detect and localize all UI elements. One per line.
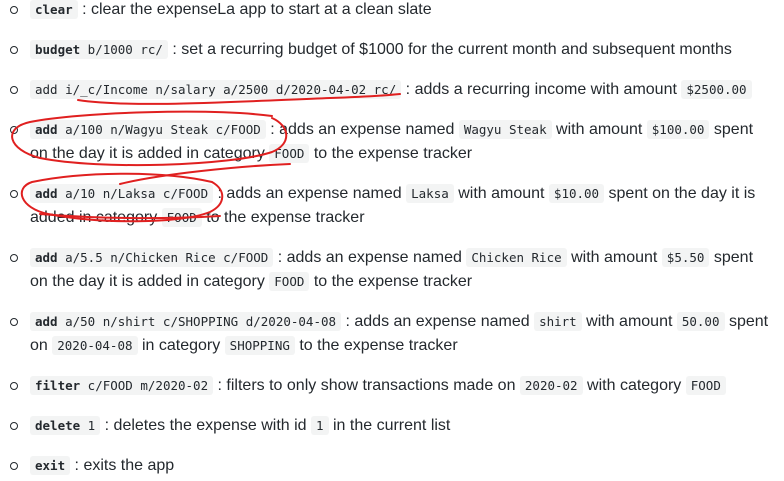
command-code: add a/10 n/Laksa c/FOOD bbox=[30, 184, 214, 203]
bullet-icon bbox=[10, 462, 18, 470]
month-code: 2020-02 bbox=[519, 376, 583, 395]
category-code: FOOD bbox=[269, 272, 310, 291]
command-code: add i/_c/Income n/salary a/2500 d/2020-0… bbox=[30, 80, 402, 99]
amount-code: $5.50 bbox=[661, 248, 710, 267]
annotation-connector bbox=[119, 163, 291, 185]
category-code: FOOD bbox=[685, 376, 726, 395]
list-item-add-wagyu: add a/100 n/Wagyu Steak c/FOOD : adds an… bbox=[10, 118, 770, 166]
list-item-filter: filter c/FOOD m/2020-02 : filters to onl… bbox=[10, 374, 770, 398]
bullet-icon bbox=[10, 86, 18, 94]
bullet-icon bbox=[10, 382, 18, 390]
bullet-icon bbox=[10, 126, 18, 134]
list-item-add-shirt: add a/50 n/shirt c/SHOPPING d/2020-04-08… bbox=[10, 310, 770, 358]
category-code: FOOD bbox=[161, 208, 202, 227]
list-item-add-income: add i/_c/Income n/salary a/2500 d/2020-0… bbox=[10, 78, 770, 102]
command-code: add a/100 n/Wagyu Steak c/FOOD bbox=[30, 120, 266, 139]
command-code: delete 1 bbox=[30, 416, 101, 435]
category-code: FOOD bbox=[269, 144, 310, 163]
command-code: add a/50 n/shirt c/SHOPPING d/2020-04-08 bbox=[30, 312, 342, 331]
list-item-budget: budget b/1000 rc/ : set a recurring budg… bbox=[10, 38, 770, 62]
amount-code: 50.00 bbox=[676, 312, 725, 331]
list-item-add-chicken-rice: add a/5.5 n/Chicken Rice c/FOOD : adds a… bbox=[10, 246, 770, 294]
name-code: Wagyu Steak bbox=[458, 120, 552, 139]
command-code: budget b/1000 rc/ bbox=[30, 40, 168, 59]
amount-code: $2500.00 bbox=[681, 80, 752, 99]
bullet-icon bbox=[10, 46, 18, 54]
list-item-delete: delete 1 : deletes the expense with id 1… bbox=[10, 414, 770, 438]
command-code: exit bbox=[30, 456, 71, 475]
bullet-icon bbox=[10, 422, 18, 430]
date-code: 2020-04-08 bbox=[52, 336, 138, 355]
command-code: clear bbox=[30, 0, 78, 19]
list-item-clear: clear : clear the expenseLa app to start… bbox=[10, 0, 770, 22]
list-item-exit: exit : exits the app bbox=[10, 454, 770, 478]
amount-code: $10.00 bbox=[548, 184, 605, 203]
category-code: SHOPPING bbox=[224, 336, 295, 355]
bullet-icon bbox=[10, 6, 18, 14]
item-description: : clear the expenseLa app to start at a … bbox=[77, 1, 432, 18]
item-description: : adds a recurring income with amount bbox=[401, 81, 682, 98]
red-annotation-marks bbox=[11, 93, 401, 223]
id-code: 1 bbox=[311, 416, 329, 435]
item-description: : set a recurring budget of $1000 for th… bbox=[167, 41, 732, 58]
command-code: filter c/FOOD m/2020-02 bbox=[30, 376, 214, 395]
amount-code: $100.00 bbox=[646, 120, 710, 139]
name-code: shirt bbox=[534, 312, 582, 331]
name-code: Chicken Rice bbox=[466, 248, 567, 267]
name-code: Laksa bbox=[406, 184, 454, 203]
command-code: add a/5.5 n/Chicken Rice c/FOOD bbox=[30, 248, 274, 267]
bullet-icon bbox=[10, 190, 18, 198]
item-description: : exits the app bbox=[70, 457, 175, 474]
bullet-icon bbox=[10, 318, 18, 326]
list-item-add-laksa: add a/10 n/Laksa c/FOOD : adds an expens… bbox=[10, 182, 770, 230]
bullet-icon bbox=[10, 254, 18, 262]
